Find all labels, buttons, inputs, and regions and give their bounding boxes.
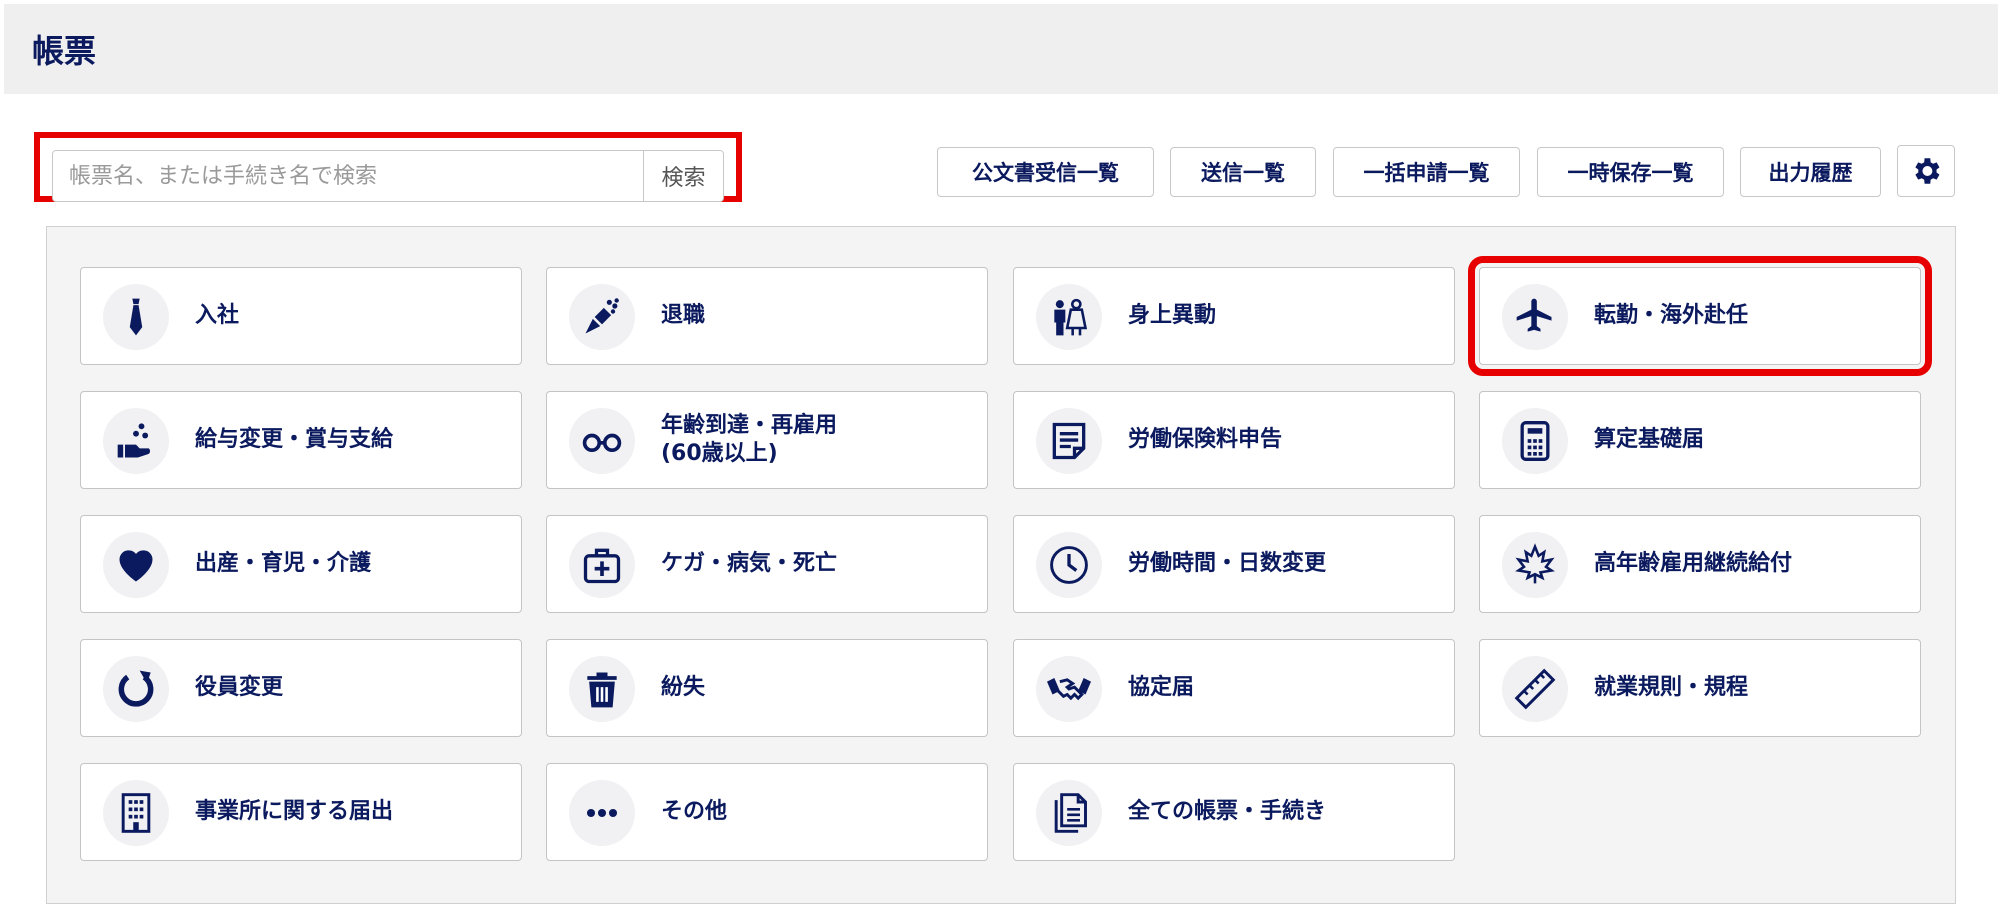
tile-elderly-employment-benefit[interactable]: 高年齢雇用継続給付 — [1479, 515, 1921, 613]
received-documents-list-button[interactable]: 公文書受信一覧 — [937, 147, 1154, 197]
airplane-icon — [1516, 298, 1552, 332]
tile-label: 給与変更・賞与支給 — [195, 427, 394, 452]
tile-joining[interactable]: 入社 — [80, 267, 522, 365]
tile-childbirth-care[interactable]: 出産・育児・介護 — [80, 515, 522, 613]
heart-icon — [119, 550, 153, 582]
ellipsis-icon — [586, 808, 618, 818]
document-icon — [1052, 422, 1086, 460]
tile-all-forms[interactable]: 全ての帳票・手続き — [1013, 763, 1455, 861]
tile-label: 高年齢雇用継続給付 — [1594, 551, 1793, 576]
tile-injury-illness-death[interactable]: ケガ・病気・死亡 — [546, 515, 988, 613]
tile-calculation-basis[interactable]: 算定基礎届 — [1479, 391, 1921, 489]
tile-other[interactable]: その他 — [546, 763, 988, 861]
tile-agreement[interactable]: 協定届 — [1013, 639, 1455, 737]
output-history-button[interactable]: 出力履歴 — [1740, 147, 1881, 197]
documents-icon — [1054, 793, 1087, 833]
sent-list-button[interactable]: 送信一覧 — [1170, 147, 1316, 197]
tile-label: 算定基礎届 — [1594, 427, 1705, 452]
hand-coins-icon — [117, 423, 151, 458]
tile-office-notification[interactable]: 事業所に関する届出 — [80, 763, 522, 861]
tile-transfer-overseas[interactable]: 転勤・海外赴任 — [1468, 256, 1932, 376]
tile-label: 出産・育児・介護 — [195, 551, 372, 576]
clock-icon — [1050, 546, 1088, 584]
tile-label: 労働保険料申告 — [1128, 427, 1283, 452]
temporary-save-list-button[interactable]: 一時保存一覧 — [1537, 147, 1724, 197]
tile-label: 就業規則・規程 — [1594, 675, 1749, 700]
tile-label: 身上異動 — [1128, 303, 1217, 328]
tile-loss[interactable]: 紛失 — [546, 639, 988, 737]
calculator-icon — [1520, 421, 1550, 461]
tile-label: ケガ・病気・死亡 — [661, 551, 838, 576]
tile-age-reemployment[interactable]: 年齢到達・再雇用 (60歳以上) — [546, 391, 988, 489]
building-icon — [121, 793, 151, 833]
tile-label-line1: 年齢到達・再雇用 — [661, 413, 838, 438]
settings-button[interactable] — [1897, 145, 1955, 197]
glasses-icon — [582, 433, 622, 452]
tile-label: 紛失 — [661, 675, 706, 700]
tile-label: 退職 — [661, 303, 706, 328]
tile-label: 年齢到達・再雇用 (60歳以上) — [661, 412, 837, 468]
handshake-icon — [1047, 678, 1091, 701]
tile-label: 転勤・海外赴任 — [1594, 303, 1749, 328]
search-box: 検索 — [52, 150, 724, 202]
tile-label: 全ての帳票・手続き — [1128, 799, 1327, 824]
first-aid-kit-icon — [583, 548, 621, 584]
page-header: 帳票 — [4, 4, 1998, 94]
tile-label: 協定届 — [1128, 675, 1195, 700]
search-input[interactable] — [53, 151, 643, 201]
wedding-couple-icon — [1054, 298, 1088, 336]
refresh-icon — [118, 670, 154, 707]
search-button[interactable]: 検索 — [643, 151, 723, 201]
page-title: 帳票 — [32, 32, 97, 70]
search-highlight-frame: 検索 — [34, 132, 742, 202]
tile-work-rules[interactable]: 就業規則・規程 — [1479, 639, 1921, 737]
tile-working-hours-change[interactable]: 労働時間・日数変更 — [1013, 515, 1455, 613]
ruler-icon — [1514, 668, 1556, 710]
tile-officer-change[interactable]: 役員変更 — [80, 639, 522, 737]
tile-label: 労働時間・日数変更 — [1128, 551, 1327, 576]
maple-leaf-icon — [1515, 543, 1555, 584]
trash-icon — [587, 672, 617, 708]
tile-label: その他 — [661, 799, 728, 824]
bouquet-icon — [585, 298, 619, 334]
tile-label: 事業所に関する届出 — [195, 799, 394, 824]
tile-personal-change[interactable]: 身上異動 — [1013, 267, 1455, 365]
gear-icon — [1915, 158, 1940, 184]
tile-label-line2: (60歳以上) — [661, 441, 778, 466]
tile-salary-bonus[interactable]: 給与変更・賞与支給 — [80, 391, 522, 489]
tile-label: 役員変更 — [195, 675, 284, 700]
tile-label: 入社 — [195, 303, 240, 328]
necktie-icon — [129, 298, 143, 336]
bulk-application-list-button[interactable]: 一括申請一覧 — [1333, 147, 1520, 197]
tile-labor-insurance[interactable]: 労働保険料申告 — [1013, 391, 1455, 489]
tile-retirement[interactable]: 退職 — [546, 267, 988, 365]
